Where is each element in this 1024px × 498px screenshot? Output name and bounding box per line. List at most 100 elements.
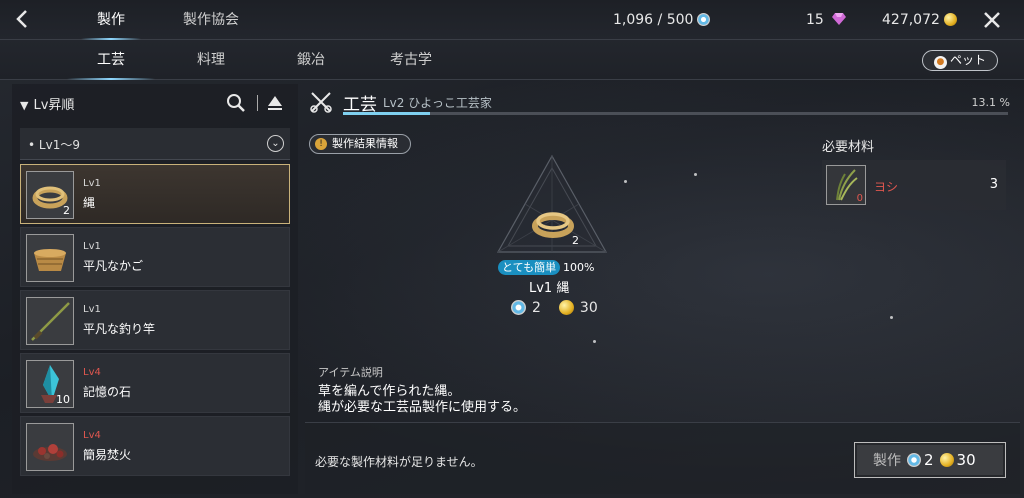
category-tabs: 工芸 料理 鍛冶 考古学 ● ペット: [0, 40, 1024, 80]
item-name: 簡易焚火: [83, 448, 132, 462]
item-thumbnail: [26, 297, 74, 345]
item-thumbnail: [26, 234, 74, 282]
campfire-icon: [33, 444, 67, 461]
energy-value: 1,096 / 500: [613, 12, 694, 28]
recipe-item-basket[interactable]: Lv1 平凡なかご: [20, 227, 290, 287]
divider: [257, 95, 258, 111]
recipe-item-campfire[interactable]: Lv4 簡易焚火: [20, 416, 290, 476]
craft-energy-cost: 2: [924, 451, 934, 469]
collapse-toggle-icon[interactable]: ⌄: [267, 135, 284, 152]
info-icon: !: [315, 138, 327, 150]
basket-icon: [34, 249, 66, 271]
recipe-list-panel: ▼ Lv昇順 • Lv1〜9 ⌄ 2 Lv1 縄 Lv1 平凡なかご Lv1 平…: [12, 84, 298, 494]
recipe-item-rope[interactable]: 2 Lv1 縄: [20, 164, 290, 224]
item-name: 縄: [83, 196, 96, 210]
craft-gold-cost: 30: [956, 451, 976, 469]
gem-counter: 15: [806, 0, 847, 40]
craft-button[interactable]: 製作 2 30: [854, 442, 1006, 478]
result-cost: 2 30: [511, 300, 598, 316]
energy-counter: 1,096 / 500: [613, 0, 711, 40]
item-thumbnail: [26, 423, 74, 471]
craft-button-label: 製作: [873, 453, 901, 469]
chevron-down-icon: ▼: [20, 99, 29, 112]
recipe-item-memory-stone[interactable]: 10 Lv4 記憶の石: [20, 353, 290, 413]
gold-value: 427,072: [882, 12, 940, 28]
material-required-qty: 3: [989, 177, 998, 192]
tab-crafting-guild[interactable]: 製作協会: [183, 0, 239, 40]
sort-dropdown[interactable]: ▼ Lv昇順: [20, 94, 74, 113]
skill-progress-percent: 13.1 %: [971, 96, 1010, 109]
energy-cost: 2: [532, 300, 541, 316]
item-level: Lv4: [83, 430, 101, 441]
pet-button-label: ペット: [949, 53, 986, 67]
materials-header: 必要材料: [822, 140, 875, 155]
item-count: 2: [63, 204, 70, 217]
material-name: ヨシ: [874, 180, 899, 194]
item-name: 平凡な釣り竿: [83, 322, 156, 336]
energy-icon: [511, 300, 526, 315]
tab-craft[interactable]: 工芸: [67, 40, 155, 80]
energy-icon: [907, 453, 921, 467]
gold-counter: 427,072: [882, 0, 957, 40]
material-owned: 0: [856, 193, 863, 204]
skill-progress-bar: [343, 112, 1008, 115]
group-label: • Lv1〜9: [28, 138, 80, 152]
gold-coin-icon: [943, 13, 957, 26]
item-level: Lv1: [83, 178, 101, 189]
item-thumbnail: 2: [26, 171, 74, 219]
description-label: アイテム説明: [318, 366, 383, 379]
pet-button[interactable]: ● ペット: [922, 50, 998, 71]
item-count: 10: [56, 393, 70, 406]
item-level: Lv1: [83, 304, 101, 315]
gold-coin-icon: [558, 300, 574, 315]
sparkle: [624, 180, 627, 183]
item-name: 平凡なかご: [83, 259, 144, 273]
result-item-name: Lv1 縄: [529, 281, 570, 296]
sparkle: [694, 173, 697, 176]
skill-progress-fill: [343, 112, 431, 115]
gold-coin-icon: [939, 453, 954, 467]
info-button-label: 製作結果情報: [332, 137, 398, 150]
energy-icon: [697, 13, 711, 26]
bottom-action-bar: 必要な製作材料が足りません。 製作 2 30: [305, 422, 1020, 494]
description-line: 縄が必要な工芸品製作に使用する。: [318, 400, 527, 415]
result-count: 2: [572, 234, 579, 247]
back-button[interactable]: [12, 8, 38, 32]
sort-label: Lv昇順: [33, 98, 75, 113]
search-icon[interactable]: [226, 93, 246, 113]
tab-smithing[interactable]: 鍛冶: [297, 40, 325, 80]
close-icon: [984, 12, 1000, 28]
item-level: Lv1: [83, 241, 101, 252]
fishing-rod-icon: [31, 302, 70, 341]
paw-icon: ●: [933, 56, 947, 69]
craft-skill-header: 工芸 Lv2 ひよっこ工芸家 13.1 %: [305, 84, 1020, 124]
sparkle: [593, 340, 596, 343]
gem-icon: [832, 13, 847, 25]
craft-skill-level: Lv2 ひよっこ工芸家: [383, 96, 492, 110]
material-row[interactable]: 0 ヨシ 3: [822, 160, 1006, 210]
item-name: 記憶の石: [83, 385, 132, 399]
item-level: Lv4: [83, 367, 101, 378]
difficulty-badge: とても簡単: [498, 260, 561, 275]
recipe-item-fishing-rod[interactable]: Lv1 平凡な釣り竿: [20, 290, 290, 350]
sparkle: [890, 316, 893, 319]
level-group-header[interactable]: • Lv1〜9 ⌄: [20, 128, 290, 160]
tab-archaeology[interactable]: 考古学: [390, 40, 432, 80]
gem-value: 15: [806, 12, 824, 28]
close-button[interactable]: [980, 7, 1004, 33]
tab-cooking[interactable]: 料理: [197, 40, 225, 80]
insufficient-materials-message: 必要な製作材料が足りません。: [315, 455, 483, 469]
material-thumbnail: 0: [826, 165, 866, 205]
craft-result-info-button[interactable]: ! 製作結果情報: [309, 134, 411, 154]
sort-order-icon[interactable]: [266, 94, 284, 112]
gold-cost: 30: [579, 300, 598, 316]
group-label-text: Lv1〜9: [38, 138, 80, 152]
success-rate: 100%: [563, 261, 595, 274]
top-bar: 製作 製作協会 1,096 / 500 15 427,072: [0, 0, 1024, 40]
chevron-left-icon: [16, 10, 27, 28]
tab-crafting[interactable]: 製作: [81, 0, 141, 40]
sort-row: ▼ Lv昇順: [12, 84, 298, 122]
rope-result-icon: [532, 212, 574, 238]
item-thumbnail: 10: [26, 360, 74, 408]
craft-tools-icon: [310, 92, 332, 113]
